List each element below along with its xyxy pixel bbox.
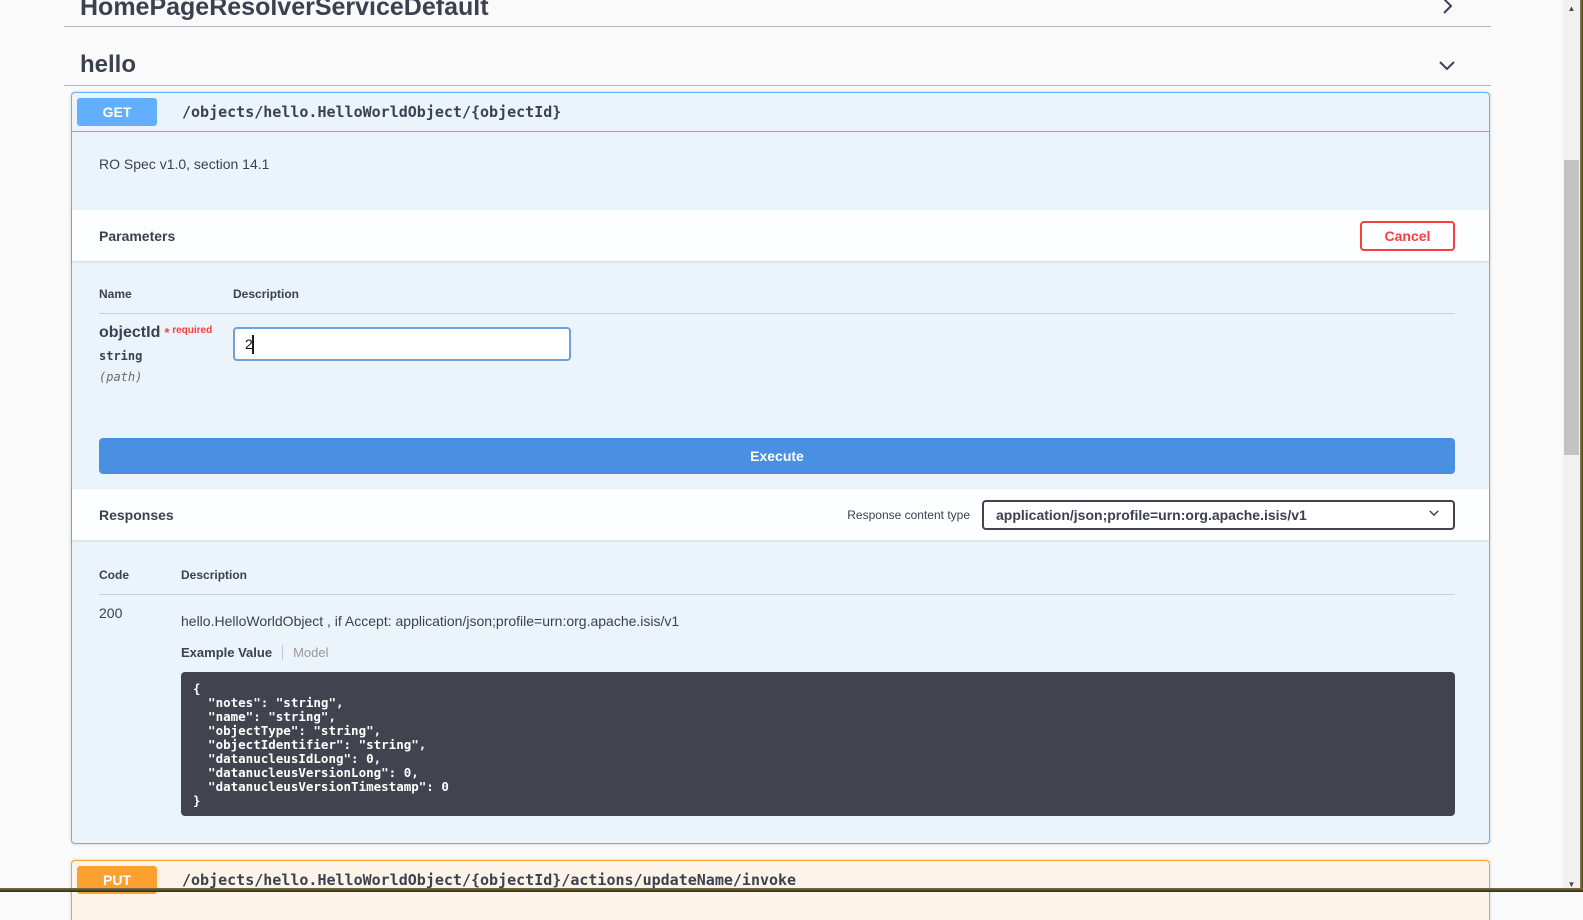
model-example-tabs: Example Value Model	[181, 645, 1455, 660]
response-row-200: 200 hello.HelloWorldObject , if Accept: …	[99, 595, 1455, 816]
operation-description: RO Spec v1.0, section 14.1	[72, 132, 1489, 210]
example-json-block: { "notes": "string", "name": "string", "…	[181, 672, 1455, 816]
put-endpoint-path: /objects/hello.HelloWorldObject/{objectI…	[182, 871, 796, 889]
parameter-location: (path)	[99, 370, 233, 384]
parameters-header: Parameters Cancel	[72, 210, 1489, 261]
opblock-get: GET /objects/hello.HelloWorldObject/{obj…	[71, 92, 1490, 844]
responses-table-head: Code Description	[99, 568, 1455, 595]
chevron-right-icon[interactable]	[1437, 0, 1457, 16]
tag-section-homepage: HomePageResolverServiceDefault	[64, 0, 1491, 27]
response-content-type-group: Response content type application/json;p…	[847, 500, 1455, 530]
tag-title-hello: hello	[80, 51, 136, 79]
responses-header: Responses Response content type applicat…	[72, 489, 1489, 540]
parameter-meta: objectId* required string (path)	[99, 324, 233, 384]
tab-example-value[interactable]: Example Value	[181, 645, 272, 660]
divider	[64, 26, 1491, 27]
select-chevron-down-icon	[1427, 506, 1441, 523]
tag-header-hello[interactable]: hello	[64, 45, 1491, 85]
tag-header-homepage[interactable]: HomePageResolverServiceDefault	[64, 0, 1491, 26]
text-caret	[252, 335, 254, 354]
get-endpoint-path: /objects/hello.HelloWorldObject/{objectI…	[182, 103, 561, 121]
chevron-down-icon[interactable]	[1437, 55, 1457, 75]
get-method-badge[interactable]: GET	[77, 98, 157, 126]
tag-section-hello: hello GET /objects/hello.HelloWorldObjec…	[64, 45, 1491, 920]
parameter-name: objectId* required	[99, 324, 233, 342]
swagger-content: HomePageResolverServiceDefault hello GET	[64, 0, 1491, 920]
cancel-button[interactable]: Cancel	[1360, 221, 1455, 251]
tab-model[interactable]: Model	[293, 645, 328, 660]
opblock-summary-get[interactable]: GET /objects/hello.HelloWorldObject/{obj…	[72, 93, 1489, 132]
response-content-type-select[interactable]: application/json;profile=urn:org.apache.…	[982, 500, 1455, 530]
vertical-scrollbar[interactable]: ▲ ▼	[1563, 0, 1580, 892]
parameter-row: objectId* required string (path)	[99, 314, 1455, 402]
response-description: hello.HelloWorldObject , if Accept: appl…	[181, 613, 1455, 629]
objectid-input[interactable]	[233, 327, 571, 361]
parameter-type: string	[99, 349, 233, 363]
window-bottom-edge	[0, 888, 1583, 892]
column-header-description: Description	[181, 568, 1455, 582]
response-code: 200	[99, 605, 181, 816]
column-header-name: Name	[99, 287, 233, 301]
tab-separator	[282, 645, 283, 660]
tag-title-homepage: HomePageResolverServiceDefault	[80, 0, 489, 22]
opblock-summary-put[interactable]: PUT /objects/hello.HelloWorldObject/{obj…	[72, 861, 1489, 899]
column-header-description: Description	[233, 287, 1455, 301]
response-content-type-label: Response content type	[847, 508, 970, 522]
scroll-up-icon[interactable]: ▲	[1563, 0, 1580, 16]
column-header-code: Code	[99, 568, 181, 582]
parameters-title: Parameters	[99, 228, 175, 244]
scrollbar-thumb[interactable]	[1564, 160, 1579, 455]
parameters-table: Name Description objectId* required stri…	[72, 261, 1489, 402]
divider	[64, 85, 1491, 86]
execute-button[interactable]: Execute	[99, 438, 1455, 474]
parameter-input-wrap	[233, 327, 571, 361]
response-content-type-value: application/json;profile=urn:org.apache.…	[996, 507, 1307, 523]
responses-title: Responses	[99, 507, 174, 523]
execute-wrapper: Execute	[72, 402, 1489, 489]
responses-table: Code Description 200 hello.HelloWorldObj…	[72, 540, 1489, 843]
parameters-table-head: Name Description	[99, 287, 1455, 314]
